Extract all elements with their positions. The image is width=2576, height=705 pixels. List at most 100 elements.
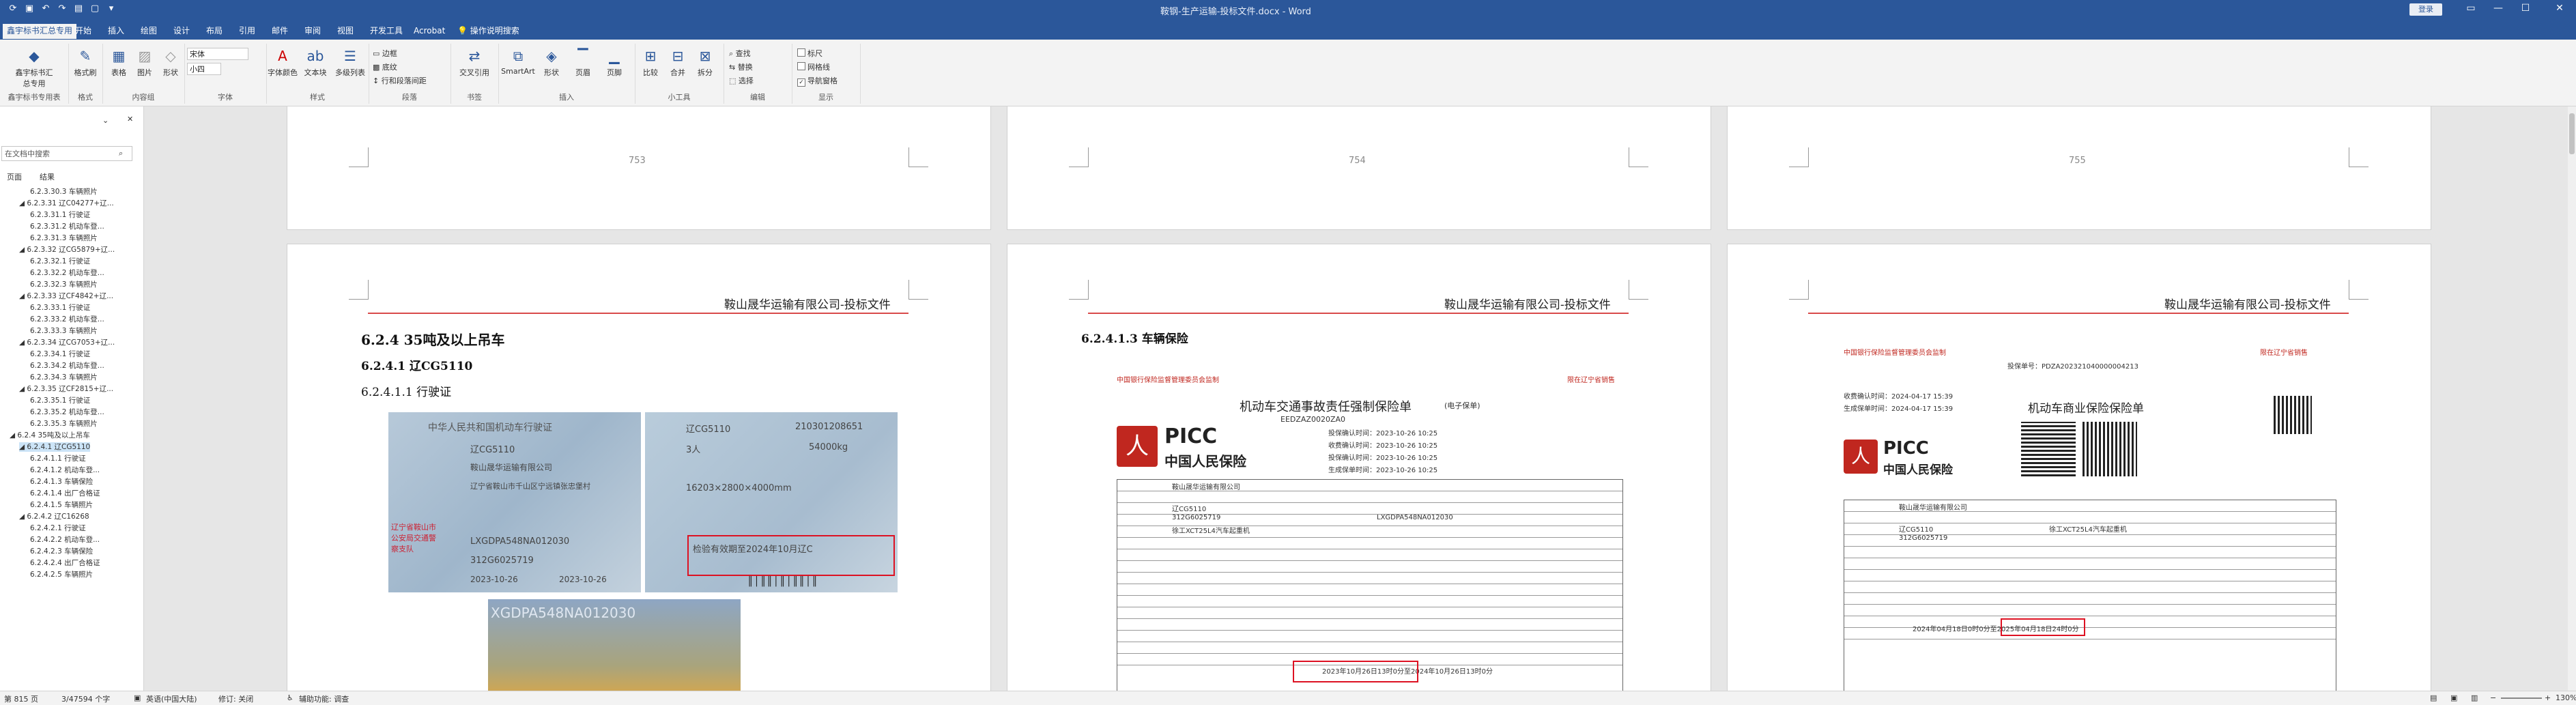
nav-tree-item[interactable]: ◢ 6.2.3.32 辽CG5879+辽... bbox=[19, 245, 115, 255]
nav-tree-item[interactable]: ◢ 6.2.4.1 辽CG5110 bbox=[19, 442, 91, 452]
nav-tree-item[interactable]: 6.2.3.34.2 机动车登... bbox=[30, 361, 104, 371]
accessibility-icon[interactable]: ♿ bbox=[287, 693, 294, 702]
multilevel-list-button[interactable]: ☰ 多级列表 bbox=[333, 46, 367, 78]
customize-qat-icon[interactable]: ▾ bbox=[105, 3, 117, 16]
expand-arrow-icon[interactable]: ◢ bbox=[10, 431, 17, 440]
zoom-level[interactable]: 130% bbox=[2556, 693, 2576, 702]
xinyu-summary-button[interactable]: ◆ 鑫宇标书汇总专用 bbox=[12, 46, 56, 89]
nav-tree-item[interactable]: 6.2.4.1.4 出厂合格证 bbox=[30, 489, 100, 498]
border-button[interactable]: ▭ 边框 bbox=[373, 48, 397, 59]
vertical-scrollbar[interactable] bbox=[2568, 106, 2576, 691]
footer-button[interactable]: ▁ 页脚 bbox=[599, 46, 629, 78]
nav-tree-item[interactable]: 6.2.3.31.1 行驶证 bbox=[30, 210, 90, 220]
format-painter-button[interactable]: ✎ 格式刷 bbox=[68, 46, 102, 78]
print-preview-icon[interactable]: ▤ bbox=[72, 3, 85, 16]
nav-tree-item[interactable]: 6.2.3.32.2 机动车登... bbox=[30, 268, 104, 278]
status-accessibility[interactable]: 辅助功能: 调查 bbox=[299, 693, 349, 704]
gridlines-checkbox[interactable]: 网格线 bbox=[797, 61, 830, 72]
font-size-combo[interactable]: 小四 bbox=[187, 63, 221, 75]
search-icon[interactable]: ⌕ bbox=[119, 149, 123, 158]
print-layout-icon[interactable]: ▣ bbox=[2450, 693, 2457, 702]
nav-tree-item[interactable]: 6.2.4.1.3 车辆保险 bbox=[30, 477, 93, 487]
header-button[interactable]: ▔ 页眉 bbox=[568, 46, 598, 78]
text-block-button[interactable]: ab 文本块 bbox=[299, 46, 332, 78]
tell-me-search[interactable]: 💡 操作说明搜索 bbox=[453, 24, 524, 39]
proofing-icon[interactable]: ▣ bbox=[134, 693, 141, 702]
heading-6-2-4[interactable]: 6.2.4 35吨及以上吊车 bbox=[361, 329, 504, 349]
nav-tree-item[interactable]: 6.2.3.32.1 行驶证 bbox=[30, 257, 90, 266]
nav-tree-item[interactable]: ◢ 6.2.3.33 辽CF4842+辽... bbox=[19, 291, 113, 301]
tab-0[interactable]: 鑫宇标书汇总专用 bbox=[3, 24, 77, 39]
tab-6[interactable]: 引用 bbox=[235, 24, 259, 39]
heading-6-2-4-1-1[interactable]: 6.2.4.1.1 行驶证 bbox=[361, 382, 451, 399]
tab-7[interactable]: 邮件 bbox=[268, 24, 292, 39]
status-language[interactable]: 英语(中国大陆) bbox=[146, 693, 197, 704]
maximize-icon[interactable]: ☐ bbox=[2512, 3, 2539, 16]
nav-tree-item[interactable]: 6.2.3.34.3 车辆照片 bbox=[30, 373, 98, 382]
web-layout-icon[interactable]: ▥ bbox=[2471, 693, 2478, 702]
nav-tree-item[interactable]: 6.2.4.1.1 行驶证 bbox=[30, 454, 86, 463]
heading-6-2-4-1[interactable]: 6.2.4.1 辽CG5110 bbox=[361, 356, 472, 373]
nav-tree-item[interactable]: 6.2.3.30.3 车辆照片 bbox=[30, 187, 98, 197]
nav-tab-results[interactable]: 结果 bbox=[40, 171, 55, 182]
nav-tree-item[interactable]: 6.2.3.31.2 机动车登... bbox=[30, 222, 104, 231]
nav-tree-item[interactable]: 6.2.4.2.2 机动车登... bbox=[30, 535, 100, 545]
expand-arrow-icon[interactable]: ◢ bbox=[19, 292, 27, 300]
status-words[interactable]: 3/47594 个字 bbox=[61, 693, 110, 704]
tab-8[interactable]: 审阅 bbox=[300, 24, 325, 39]
nav-tree-item[interactable]: 6.2.3.33.2 机动车登... bbox=[30, 315, 104, 324]
nav-tree-item[interactable]: 6.2.3.35.3 车辆照片 bbox=[30, 419, 98, 429]
compare-button[interactable]: ⊞ 比较 bbox=[638, 46, 663, 78]
find-button[interactable]: ⌕ 查找 bbox=[729, 48, 751, 59]
nav-tree-item[interactable]: 6.2.4.1.2 机动车登... bbox=[30, 465, 100, 475]
nav-tree-item[interactable]: 6.2.4.2.4 出厂合格证 bbox=[30, 558, 100, 568]
nav-tab-pages[interactable]: 页面 bbox=[7, 171, 22, 182]
zoom-slider[interactable] bbox=[2501, 697, 2542, 699]
tab-2[interactable]: 插入 bbox=[104, 24, 128, 39]
nav-pane-checkbox[interactable]: ✓ 导航窗格 bbox=[797, 75, 838, 87]
tab-3[interactable]: 绘图 bbox=[137, 24, 161, 39]
shapes-button[interactable]: ◇ 形状 bbox=[158, 46, 183, 78]
undo-icon[interactable]: ↶ bbox=[40, 3, 52, 16]
read-mode-icon[interactable]: ▤ bbox=[2430, 693, 2437, 702]
picture-button[interactable]: ▨ 图片 bbox=[132, 46, 157, 78]
tab-11[interactable]: Acrobat bbox=[410, 24, 449, 39]
nav-tree-item[interactable]: ◢ 6.2.3.31 辽C04277+辽... bbox=[19, 199, 114, 208]
merge-button[interactable]: ⊟ 合并 bbox=[665, 46, 691, 78]
font-color-button[interactable]: A 字体颜色 bbox=[268, 46, 298, 78]
nav-tree-item[interactable]: 6.2.3.35.1 行驶证 bbox=[30, 396, 90, 405]
tab-10[interactable]: 开发工具 bbox=[366, 24, 407, 39]
nav-tree-item[interactable]: 6.2.3.35.2 机动车登... bbox=[30, 407, 104, 417]
zoom-in-icon[interactable]: + bbox=[2545, 693, 2551, 702]
tab-9[interactable]: 视图 bbox=[333, 24, 358, 39]
close-icon[interactable]: ✕ bbox=[2546, 3, 2573, 16]
line-spacing-button[interactable]: ↕ 行和段落间距 bbox=[373, 75, 427, 86]
expand-arrow-icon[interactable]: ◢ bbox=[19, 385, 27, 393]
expand-arrow-icon[interactable]: ◢ bbox=[19, 246, 27, 254]
expand-arrow-icon[interactable]: ◢ bbox=[19, 513, 27, 521]
nav-tree-item[interactable]: 6.2.3.33.1 行驶证 bbox=[30, 303, 90, 313]
autosave-icon[interactable]: ⟳ bbox=[7, 3, 19, 16]
expand-arrow-icon[interactable]: ◢ bbox=[19, 339, 27, 347]
nav-tree-item[interactable]: 6.2.3.31.3 车辆照片 bbox=[30, 233, 98, 243]
smartart-button[interactable]: ⧉ SmartArt bbox=[501, 46, 535, 76]
expand-arrow-icon[interactable]: ◢ bbox=[19, 443, 27, 451]
nav-tree-item[interactable]: 6.2.3.33.3 车辆照片 bbox=[30, 326, 98, 336]
nav-tree-item[interactable]: 6.2.4.1.5 车辆照片 bbox=[30, 500, 93, 510]
select-button[interactable]: ⬚ 选择 bbox=[729, 75, 754, 86]
nav-tree-item[interactable]: 6.2.4.2.1 行驶证 bbox=[30, 523, 86, 533]
font-name-combo[interactable]: 宋体 bbox=[187, 48, 248, 60]
tab-1[interactable]: 开始 bbox=[71, 24, 96, 39]
nav-tree-item[interactable]: ◢ 6.2.3.35 辽CF2815+辽... bbox=[19, 384, 113, 394]
scroll-thumb[interactable] bbox=[2569, 113, 2575, 154]
nav-tree-item[interactable]: ◢ 6.2.4.2 辽C16268 bbox=[19, 512, 89, 521]
ruler-checkbox[interactable]: 标尺 bbox=[797, 48, 822, 59]
expand-arrow-icon[interactable]: ◢ bbox=[19, 199, 27, 207]
nav-search-input[interactable]: 在文档中搜索 bbox=[1, 146, 132, 161]
save-icon[interactable]: ▣ bbox=[23, 3, 35, 16]
table-button[interactable]: ▦ 表格 bbox=[106, 46, 131, 78]
insert-shape-button[interactable]: ◈ 形状 bbox=[536, 46, 567, 78]
nav-close-icon[interactable]: ✕ bbox=[127, 115, 133, 124]
heading-6-2-4-1-3[interactable]: 6.2.4.1.3 车辆保险 bbox=[1081, 329, 1188, 346]
zoom-out-icon[interactable]: − bbox=[2490, 693, 2496, 702]
